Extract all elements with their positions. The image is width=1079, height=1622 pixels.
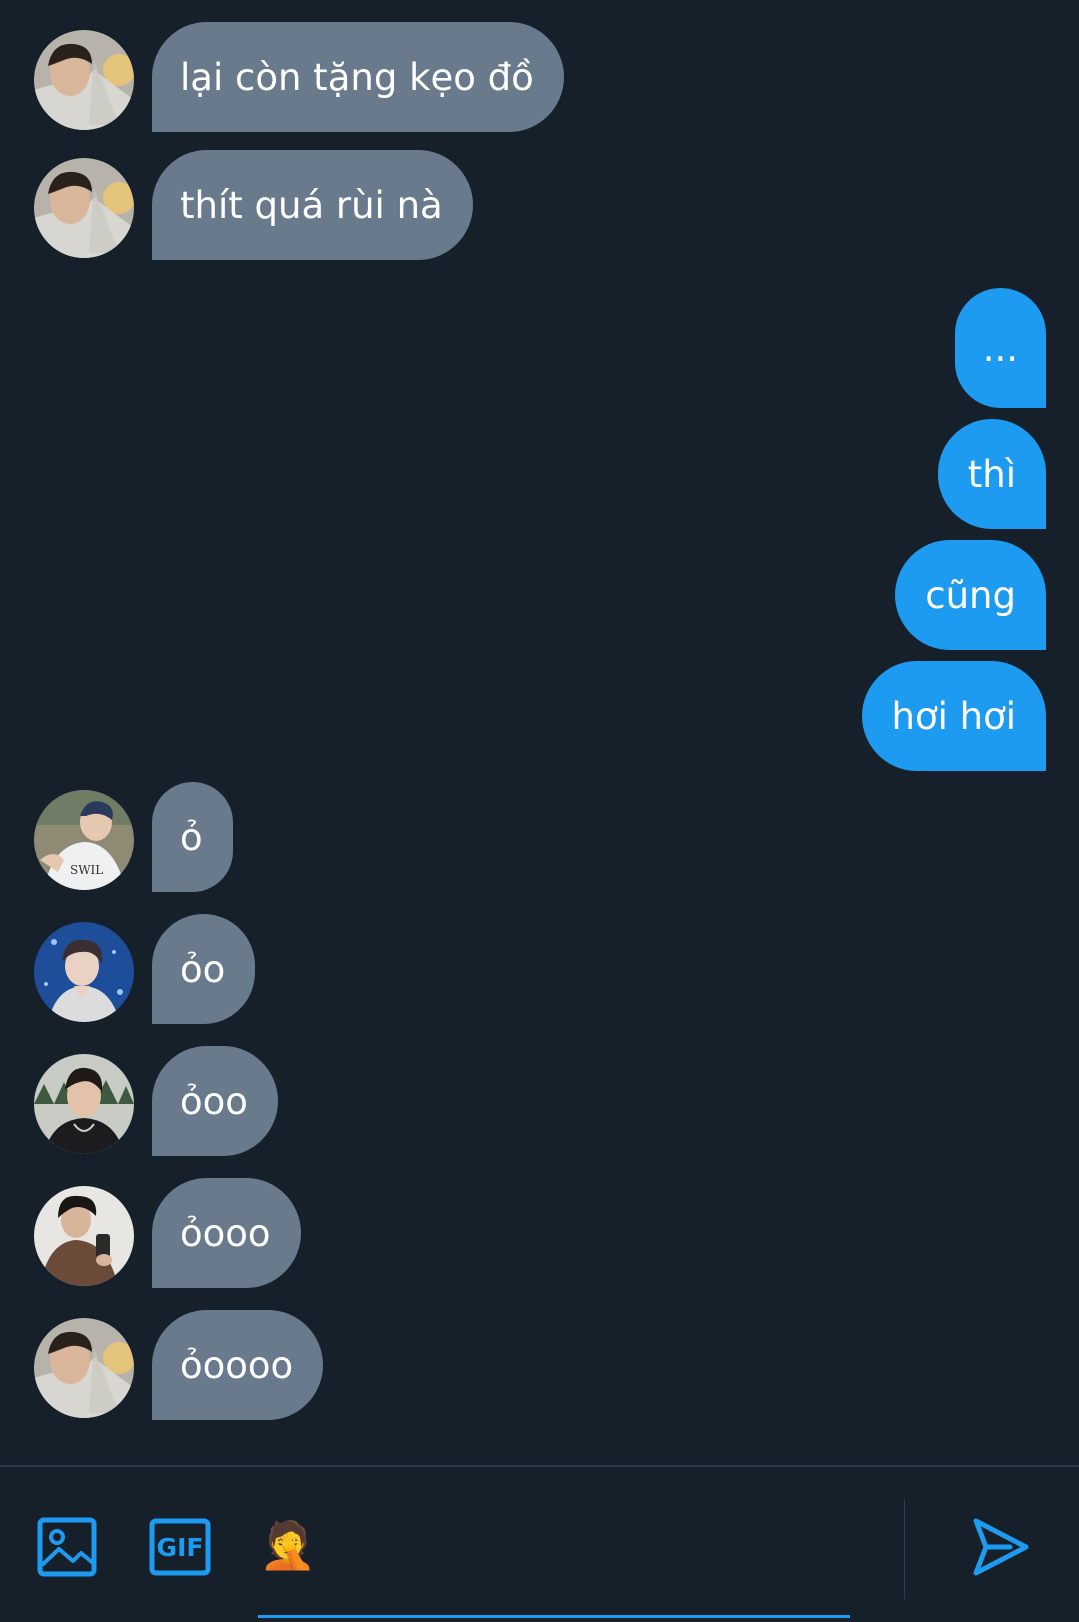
avatar-image — [34, 922, 134, 1022]
message-bubble-outgoing[interactable]: ... — [954, 288, 1046, 408]
emoji-button[interactable]: 🤦 — [259, 1515, 317, 1575]
avatar-image — [34, 30, 134, 130]
avatar[interactable] — [34, 1318, 134, 1418]
avatar[interactable] — [34, 1186, 134, 1286]
input-focus-underline — [258, 1615, 850, 1618]
message-row: thì — [937, 419, 1046, 529]
message-text: cũng — [925, 573, 1016, 617]
avatar-image — [34, 158, 134, 258]
message-row: SWIL ỏ — [34, 782, 234, 892]
avatar[interactable] — [34, 1054, 134, 1154]
gif-label: GIF — [156, 1532, 204, 1562]
message-row: ỏoo — [34, 1046, 278, 1156]
add-gif-button[interactable]: GIF — [148, 1516, 212, 1578]
send-icon — [973, 1518, 1029, 1576]
message-bubble-incoming[interactable]: ỏo — [152, 914, 256, 1024]
message-text: lại còn tặng kẹo đồ — [180, 55, 534, 99]
message-text: hơi hơi — [891, 694, 1017, 738]
image-icon — [37, 1517, 97, 1577]
avatar[interactable]: SWIL — [34, 790, 134, 890]
message-text: thì — [967, 452, 1016, 496]
add-media-button[interactable] — [36, 1516, 98, 1578]
conversation-thread: lại còn tặng kẹo đồ thít quá rùi nà ... … — [0, 0, 1079, 1465]
message-row: ỏo — [34, 914, 256, 1024]
message-row: cũng — [895, 540, 1046, 650]
message-bubble-incoming[interactable]: ỏoooo — [152, 1310, 324, 1420]
message-row: ỏooo — [34, 1178, 301, 1288]
avatar-image: SWIL — [34, 790, 134, 890]
composer-divider — [904, 1499, 905, 1599]
message-bubble-outgoing[interactable]: cũng — [895, 540, 1046, 650]
message-bubble-outgoing[interactable]: thì — [937, 419, 1046, 529]
message-row: lại còn tặng kẹo đồ — [34, 22, 564, 132]
message-text: ỏooo — [180, 1211, 271, 1255]
message-row: ... — [954, 288, 1046, 408]
message-text: ỏoo — [180, 1079, 248, 1123]
message-bubble-incoming[interactable]: thít quá rùi nà — [152, 150, 473, 260]
message-row: hơi hơi — [861, 661, 1046, 771]
avatar-image — [34, 1318, 134, 1418]
message-bubble-incoming[interactable]: lại còn tặng kẹo đồ — [152, 22, 564, 132]
message-bubble-incoming[interactable]: ỏ — [152, 782, 233, 892]
avatar[interactable] — [34, 158, 134, 258]
message-row: thít quá rùi nà — [34, 150, 473, 260]
message-composer: GIF 🤦 — [0, 1465, 1079, 1622]
send-button[interactable] — [968, 1515, 1032, 1579]
message-text: thít quá rùi nà — [180, 183, 443, 227]
message-text: ỏ — [180, 815, 203, 859]
message-text: ... — [982, 326, 1018, 370]
message-text: ỏoooo — [180, 1343, 294, 1387]
message-bubble-outgoing[interactable]: hơi hơi — [861, 661, 1046, 771]
avatar[interactable] — [34, 30, 134, 130]
message-row: ỏoooo — [34, 1310, 324, 1420]
message-input[interactable] — [330, 1517, 874, 1579]
message-bubble-incoming[interactable]: ỏooo — [152, 1178, 301, 1288]
message-text: ỏo — [180, 947, 226, 991]
message-bubble-incoming[interactable]: ỏoo — [152, 1046, 278, 1156]
svg-text:SWIL: SWIL — [70, 863, 103, 877]
avatar-image — [34, 1186, 134, 1286]
avatar-image — [34, 1054, 134, 1154]
avatar[interactable] — [34, 922, 134, 1022]
emoji-icon: 🤦 — [259, 1517, 317, 1572]
